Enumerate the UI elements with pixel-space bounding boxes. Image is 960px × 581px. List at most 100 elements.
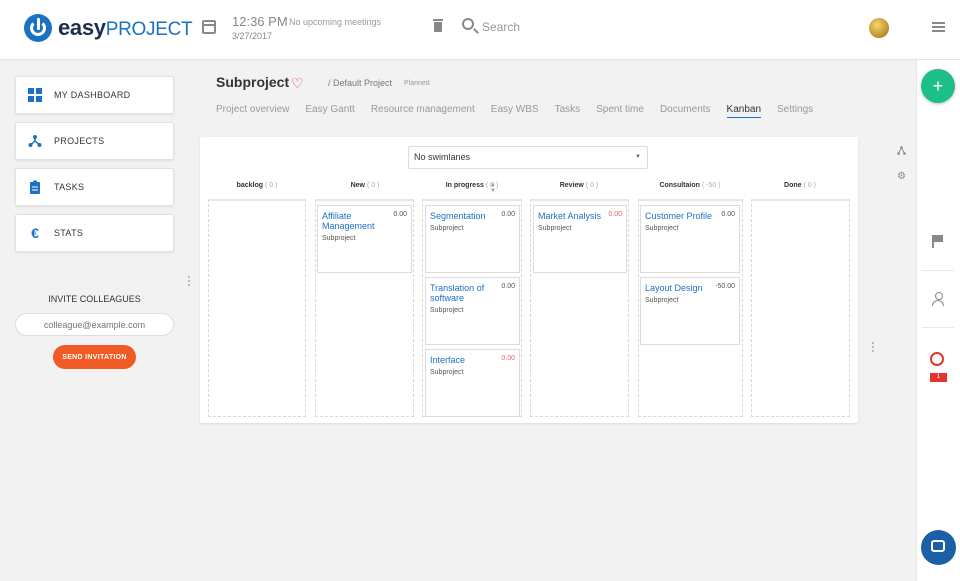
panel-resize-handle[interactable] (872, 342, 874, 352)
chat-icon[interactable] (921, 530, 956, 565)
kanban-column-consultaion[interactable]: Customer Profile 0.00 Subproject Layout … (638, 199, 743, 417)
column-name: backlog (236, 182, 264, 189)
page-title: Subproject (216, 74, 290, 90)
column-name: Consultaion (659, 182, 700, 189)
heart-icon[interactable]: ♡ (291, 76, 304, 90)
app-logo[interactable]: easyPROJECT (24, 14, 193, 42)
top-header: easyPROJECT 12:36 PM 3/27/2017 No upcomi… (0, 0, 960, 60)
tab-documents[interactable]: Documents (660, 104, 711, 118)
column-header-done: Done ( 0 ) (751, 182, 849, 189)
task-project: Subproject (538, 225, 572, 232)
sidebar-item-label: PROJECTS (54, 136, 105, 146)
task-card[interactable]: Translation of software 0.00 Subproject (425, 277, 520, 345)
sidebar-resize-handle[interactable] (188, 276, 190, 286)
sidebar-item-tasks[interactable]: TASKS (15, 168, 174, 206)
column-header-consultaion: Consultaion ( -50 ) (638, 182, 742, 189)
task-value: 0.00 (393, 211, 407, 218)
task-card[interactable]: Affiliate Management 0.00 Subproject (317, 205, 412, 273)
column-count: ( 0 ) (803, 182, 816, 189)
caret-down-icon: ▼ (635, 154, 641, 160)
task-value: 0.00 (608, 211, 622, 218)
task-card[interactable]: Layout Design -50.00 Subproject (640, 277, 740, 345)
kanban-column-in-progress[interactable]: Segmentation 0.00 Subproject Translation… (422, 199, 522, 417)
logo-text-bold: easy (58, 15, 106, 40)
task-value: 0.00 (501, 355, 515, 362)
hamburger-menu-icon[interactable] (932, 22, 945, 32)
trash-icon[interactable] (433, 19, 443, 32)
tab-resource-management[interactable]: Resource management (371, 104, 475, 118)
task-value: 0.00 (501, 211, 515, 218)
upcoming-meetings[interactable]: No upcoming meetings (289, 17, 381, 27)
flag-icon[interactable] (932, 235, 943, 248)
user-icon[interactable] (932, 292, 944, 306)
search-icon[interactable] (462, 18, 474, 30)
tab-kanban[interactable]: Kanban (726, 104, 762, 118)
power-icon (24, 14, 52, 42)
task-value: -50.00 (715, 283, 735, 290)
sidebar-item-label: MY DASHBOARD (54, 90, 131, 100)
task-project: Subproject (430, 369, 464, 376)
project-tabs: Project overview Easy Gantt Resource man… (216, 104, 829, 118)
tab-settings[interactable]: Settings (777, 104, 813, 118)
task-title[interactable]: Affiliate Management (322, 211, 388, 231)
kanban-column-backlog[interactable] (208, 199, 306, 417)
tab-tasks[interactable]: Tasks (555, 104, 581, 118)
sidebar-item-label: TASKS (54, 182, 85, 192)
column-count: ( -50 ) (701, 182, 721, 189)
task-title[interactable]: Interface (430, 355, 496, 365)
task-card[interactable]: Market Analysis 0.00 Subproject (533, 205, 627, 273)
task-value: 0.00 (721, 211, 735, 218)
sidebar-item-projects[interactable]: PROJECTS (15, 122, 174, 160)
column-name: Review (559, 182, 584, 189)
logo-text-light: PROJECT (105, 19, 193, 40)
task-project: Subproject (645, 297, 679, 304)
projects-icon (28, 134, 42, 148)
column-count: ( 0 ) (485, 182, 499, 189)
right-rail (916, 60, 960, 581)
send-invitation-button[interactable]: SEND INVITATION (53, 345, 136, 369)
column-header-in-progress: In progress ( 0 ) (423, 182, 521, 189)
sidebar-item-my-dashboard[interactable]: MY DASHBOARD (15, 76, 174, 114)
search-input[interactable]: Search (482, 20, 520, 34)
swimlane-select[interactable]: No swimlanes ▼ (408, 146, 648, 169)
invite-email-input[interactable] (15, 313, 174, 336)
task-card[interactable]: Interface 0.00 Subproject (425, 349, 520, 417)
calendar-icon[interactable] (202, 20, 216, 34)
rail-divider (922, 270, 954, 271)
task-value: 0.00 (501, 283, 515, 290)
clipboard-icon (28, 180, 42, 194)
column-header-backlog: backlog ( 0 ) (208, 182, 306, 189)
add-button[interactable]: + (921, 69, 955, 103)
current-time: 12:36 PM (232, 14, 288, 29)
column-count: ( 0 ) (585, 182, 599, 189)
column-name: Done (784, 182, 802, 189)
task-title[interactable]: Translation of software (430, 283, 496, 303)
kanban-column-new[interactable]: Affiliate Management 0.00 Subproject (315, 199, 414, 417)
kanban-board: No swimlanes ▼ backlog ( 0 ) ▲ ▼ New ( 0 … (200, 137, 858, 423)
tab-easy-gantt[interactable]: Easy Gantt (305, 104, 354, 118)
tab-project-overview[interactable]: Project overview (216, 104, 289, 118)
sidebar-item-stats[interactable]: € STATS (15, 214, 174, 252)
invite-colleagues-title: INVITE COLLEAGUES (48, 294, 141, 304)
task-title[interactable]: Segmentation (430, 211, 496, 221)
sidebar-item-label: STATS (54, 228, 84, 238)
kanban-column-done[interactable] (751, 199, 850, 417)
task-title[interactable]: Layout Design (645, 283, 711, 293)
tab-spent-time[interactable]: Spent time (596, 104, 644, 118)
alarm-clock-icon[interactable] (930, 352, 944, 366)
breadcrumb[interactable]: / Default Project (328, 78, 392, 88)
tab-easy-wbs[interactable]: Easy WBS (491, 104, 539, 118)
euro-icon: € (31, 225, 39, 241)
task-project: Subproject (430, 225, 464, 232)
column-header-new: New ( 0 ) (316, 182, 414, 189)
user-avatar[interactable] (869, 18, 889, 38)
hierarchy-icon[interactable] (897, 146, 906, 157)
task-title[interactable]: Market Analysis (538, 211, 608, 221)
task-card[interactable]: Customer Profile 0.00 Subproject (640, 205, 740, 273)
kanban-column-review[interactable]: Market Analysis 0.00 Subproject (530, 199, 629, 417)
gear-icon[interactable]: ⚙ (897, 171, 906, 182)
task-card[interactable]: Segmentation 0.00 Subproject (425, 205, 520, 273)
alarm-count-badge: 1 (930, 373, 947, 382)
task-project: Subproject (322, 235, 356, 242)
task-title[interactable]: Customer Profile (645, 211, 717, 221)
